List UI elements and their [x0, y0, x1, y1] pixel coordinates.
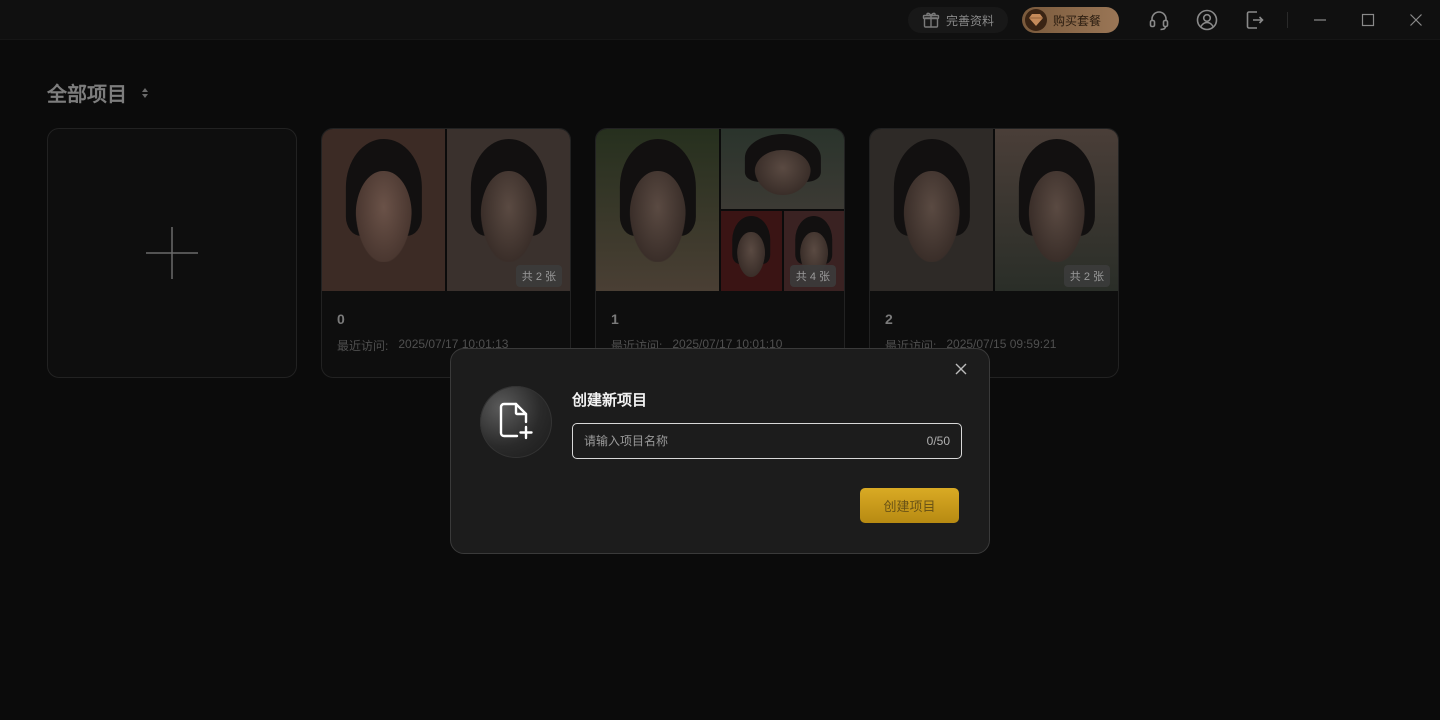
new-project-card[interactable]	[47, 128, 297, 378]
new-file-icon	[480, 386, 552, 458]
minimize-icon	[1314, 19, 1326, 21]
project-name: 1	[611, 311, 619, 327]
user-icon	[1196, 9, 1218, 31]
project-card[interactable]: 共 2 张 2 最近访问: 2025/07/15 09:59:21	[869, 128, 1119, 378]
char-counter: 0/50	[926, 434, 950, 448]
thumbnail-image	[721, 129, 844, 209]
dialog-close-button[interactable]	[951, 359, 971, 379]
close-icon	[1410, 14, 1422, 26]
project-card[interactable]: 共 4 张 1 最近访问: 2025/07/17 10:01:10	[595, 128, 845, 378]
logout-button[interactable]	[1242, 7, 1268, 33]
thumbnail-image	[870, 129, 993, 291]
gift-icon	[922, 12, 940, 28]
buy-package-label: 购买套餐	[1053, 13, 1102, 28]
minimize-button[interactable]	[1307, 7, 1333, 33]
close-icon	[955, 363, 967, 375]
sort-icon[interactable]	[141, 87, 149, 99]
project-name-input[interactable]	[584, 434, 927, 448]
support-button[interactable]	[1146, 7, 1172, 33]
image-count-badge: 共 4 张	[789, 265, 836, 287]
project-name: 2	[885, 311, 893, 327]
dialog-title: 创建新项目	[572, 392, 648, 409]
project-name-field[interactable]: 0/50	[572, 423, 962, 459]
maximize-button[interactable]	[1355, 7, 1381, 33]
complete-profile-label: 完善资料	[945, 13, 994, 28]
title-bar: 完善资料 购买套餐	[0, 0, 1440, 40]
projects-heading: 全部项目	[47, 78, 149, 107]
close-window-button[interactable]	[1403, 7, 1429, 33]
thumbnail-image	[322, 129, 445, 291]
create-project-button[interactable]: 创建项目	[860, 488, 959, 523]
page-title: 全部项目	[47, 84, 127, 106]
image-count-badge: 共 2 张	[1063, 265, 1110, 287]
create-project-dialog: 创建新项目 0/50 创建项目	[450, 348, 990, 554]
project-card[interactable]: 共 2 张 0 最近访问: 2025/07/17 10:01:13	[321, 128, 571, 378]
titlebar-divider	[1287, 12, 1288, 28]
last-visit-label: 最近访问:	[337, 339, 389, 353]
maximize-icon	[1361, 13, 1375, 27]
account-button[interactable]	[1194, 7, 1220, 33]
headset-icon	[1149, 11, 1169, 31]
diamond-icon	[1025, 9, 1047, 31]
thumbnail-image	[596, 129, 719, 291]
project-name: 0	[337, 311, 345, 327]
logout-icon	[1246, 11, 1264, 29]
plus-icon	[146, 227, 198, 279]
complete-profile-button[interactable]: 完善资料	[908, 7, 1008, 33]
thumbnail-image	[721, 211, 782, 291]
buy-package-button[interactable]: 购买套餐	[1022, 7, 1119, 33]
image-count-badge: 共 2 张	[515, 265, 562, 287]
